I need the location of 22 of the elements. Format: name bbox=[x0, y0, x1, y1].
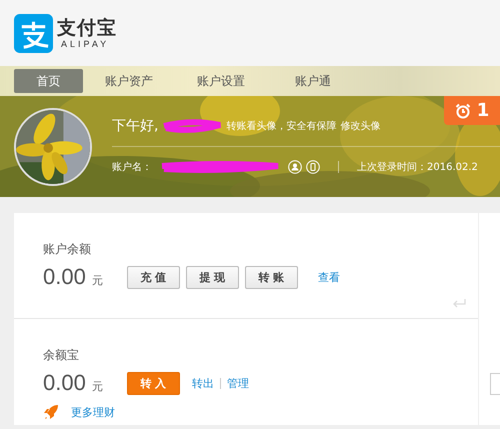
action-button[interactable]: 转 账 bbox=[244, 266, 298, 288]
alipay-logo-icon bbox=[14, 14, 53, 52]
yuebao-title: 余额宝 bbox=[43, 347, 80, 364]
transfer-in-button[interactable]: 转 入 bbox=[126, 372, 180, 394]
view-link[interactable]: 查看 bbox=[318, 270, 340, 284]
action-button[interactable]: 充 值 bbox=[126, 266, 180, 288]
logo-name: 支付宝 bbox=[57, 17, 117, 39]
rocket-icon bbox=[43, 404, 59, 420]
yuebao-amount: 0.00 bbox=[43, 370, 86, 396]
nav-tab[interactable]: 账户通 bbox=[267, 69, 359, 93]
logo-subtitle: ALIPAY bbox=[60, 39, 110, 49]
nav-tab[interactable]: 账户资产 bbox=[83, 69, 175, 93]
balance-amount: 0.00 bbox=[43, 264, 86, 290]
nav-tab[interactable]: 首页 bbox=[14, 69, 83, 93]
nav-tab[interactable]: 账户设置 bbox=[175, 69, 267, 93]
more-finance-link[interactable]: 更多理财 bbox=[71, 404, 115, 420]
yuebao-link[interactable]: 管理 bbox=[226, 376, 249, 390]
balance-title: 账户余额 bbox=[43, 241, 92, 258]
yuebao-link[interactable]: 转出 bbox=[192, 376, 214, 390]
action-button[interactable]: 提 现 bbox=[186, 266, 239, 288]
currency-unit: 元 bbox=[92, 378, 103, 394]
currency-unit: 元 bbox=[92, 272, 103, 288]
